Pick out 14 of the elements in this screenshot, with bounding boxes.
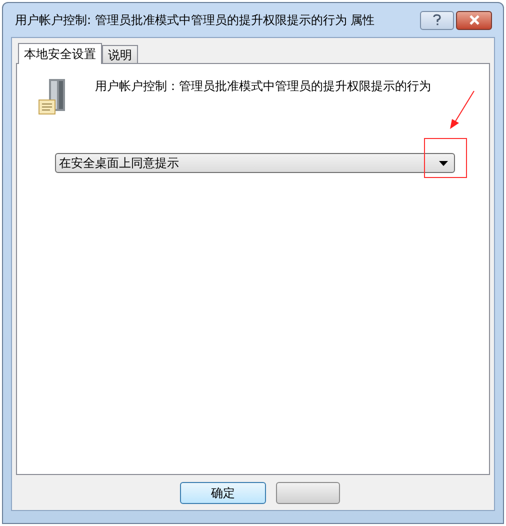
close-icon	[468, 15, 480, 25]
dropdown-value: 在安全桌面上同意提示	[59, 155, 179, 172]
ok-button[interactable]: 确定	[180, 482, 266, 504]
policy-title: 用户帐户控制：管理员批准模式中管理员的提升权限提示的行为	[95, 78, 432, 95]
close-button[interactable]	[456, 10, 492, 30]
blank-button[interactable]	[276, 482, 340, 504]
help-button[interactable]	[420, 10, 454, 30]
annotation-box	[424, 138, 467, 178]
window-title: 用户帐户控制: 管理员批准模式中管理员的提升权限提示的行为 属性	[15, 12, 375, 29]
tab[interactable]: 本地安全设置	[18, 43, 102, 64]
tab[interactable]: 说明	[102, 45, 138, 63]
dropdown-arrow-icon	[439, 160, 448, 166]
dropdown[interactable]: 在安全桌面上同意提示	[55, 153, 455, 173]
question-mark-icon	[433, 14, 441, 26]
